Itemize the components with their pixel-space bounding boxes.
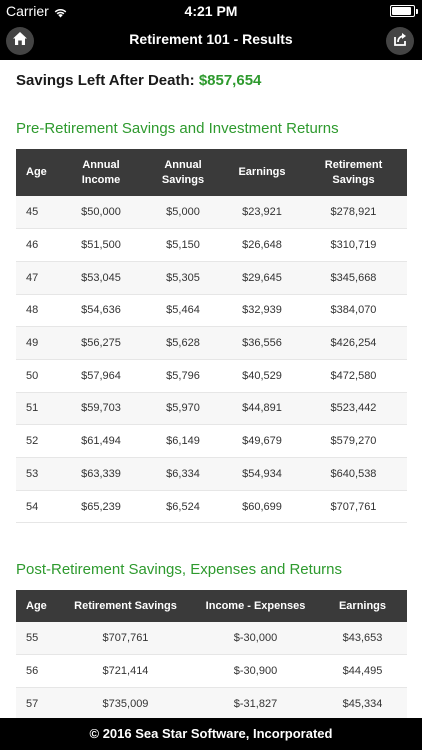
pre-retirement-table: Age Annual Income Annual Savings Earnings … <box>16 149 407 524</box>
status-time: 4:21 PM <box>184 3 238 19</box>
table-row: 54 $65,239 $6,524 $60,699 $707,761 <box>16 490 407 524</box>
status-bar: Carrier 4:21 PM <box>0 0 422 22</box>
results-content[interactable]: Savings Left After Death: $857,654 Pre-R… <box>0 60 422 718</box>
column-header-annual-income: Annual Income <box>60 149 142 196</box>
post-retirement-table: Age Retirement Savings Income - Expenses… <box>16 590 407 718</box>
table-row: 55 $707,761 $-30,000 $43,653 <box>16 622 407 656</box>
column-header-retirement-savings: Retirement Savings <box>300 149 407 196</box>
pre-retirement-title: Pre-Retirement Savings and Investment Re… <box>16 120 339 137</box>
table-row: 49 $56,275 $5,628 $36,556 $426,254 <box>16 326 407 360</box>
table-row: 48 $54,636 $5,464 $32,939 $384,070 <box>16 294 407 328</box>
column-header-earnings: Earnings <box>224 149 300 196</box>
column-header-retirement-savings: Retirement Savings <box>58 590 193 622</box>
column-header-age: Age <box>16 590 58 622</box>
savings-left-summary: Savings Left After Death: $857,654 <box>16 72 261 89</box>
table-row: 45 $50,000 $5,000 $23,921 $278,921 <box>16 196 407 230</box>
column-header-age: Age <box>16 149 60 196</box>
post-retirement-header-row: Age Retirement Savings Income - Expenses… <box>16 590 407 622</box>
copyright-footer: © 2016 Sea Star Software, Incorporated <box>0 718 422 750</box>
table-row: 51 $59,703 $5,970 $44,891 $523,442 <box>16 392 407 426</box>
page-title: Retirement 101 - Results <box>129 31 293 47</box>
nav-bar: Retirement 101 - Results <box>0 22 422 60</box>
table-row: 53 $63,339 $6,334 $54,934 $640,538 <box>16 457 407 491</box>
column-header-annual-savings: Annual Savings <box>142 149 224 196</box>
table-row: 50 $57,964 $5,796 $40,529 $472,580 <box>16 359 407 393</box>
table-row: 46 $51,500 $5,150 $26,648 $310,719 <box>16 228 407 262</box>
table-row: 57 $735,009 $-31,827 $45,334 <box>16 687 407 718</box>
battery-fill <box>392 7 411 15</box>
savings-left-label: Savings Left After Death: <box>16 72 195 89</box>
table-row: 47 $53,045 $5,305 $29,645 $345,668 <box>16 261 407 295</box>
table-row: 56 $721,414 $-30,900 $44,495 <box>16 654 407 688</box>
battery-icon <box>390 5 418 17</box>
post-retirement-title: Post-Retirement Savings, Expenses and Re… <box>16 561 342 578</box>
pre-retirement-header-row: Age Annual Income Annual Savings Earnings … <box>16 149 407 196</box>
table-row: 52 $61,494 $6,149 $49,679 $579,270 <box>16 424 407 458</box>
column-header-income-expenses: Income - Expenses <box>193 590 318 622</box>
column-header-earnings: Earnings <box>318 590 407 622</box>
savings-left-value: $857,654 <box>198 72 262 89</box>
share-icon <box>392 31 408 52</box>
share-button[interactable] <box>386 27 414 55</box>
